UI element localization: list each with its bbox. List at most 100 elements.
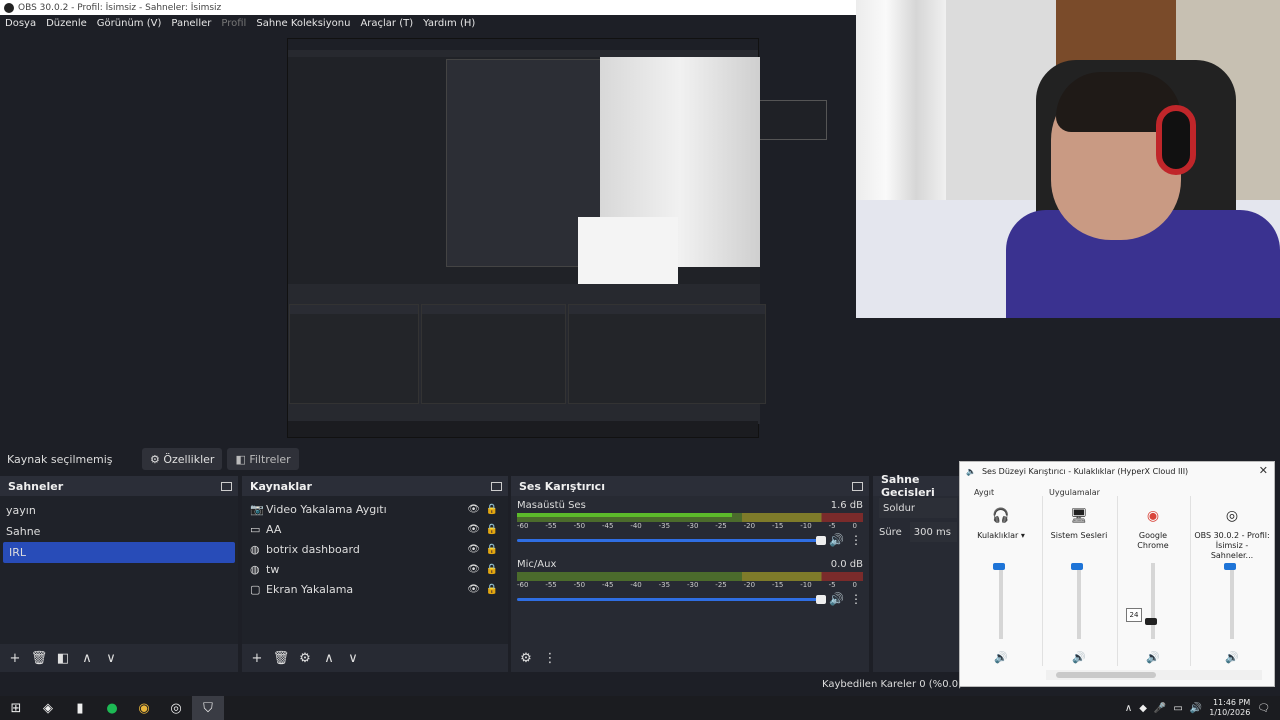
volume-slider[interactable] [1071, 563, 1084, 639]
undock-icon[interactable] [852, 481, 863, 491]
menu-bar: Dosya Düzenle Görünüm (V) Paneller Profi… [0, 15, 856, 32]
chrome-icon: ◉ [1146, 508, 1160, 524]
scene-item-selected[interactable]: IRL [3, 542, 235, 563]
network-icon[interactable]: ▭ [1173, 703, 1182, 714]
source-item[interactable]: ▭ AA 👁 🔒 [242, 519, 508, 539]
audio-mixer-title: Ses Karıştırıcı [519, 479, 605, 493]
undock-icon[interactable] [221, 481, 232, 491]
meter-ticks: -60 -55 -50 -45 -40 -35 -30 -25 -20 -15 -10 -5 0 [517, 581, 863, 590]
close-icon[interactable]: ✕ [1259, 464, 1268, 477]
sources-list: 📷 Video Yakalama Aygıtı 👁 🔒 ▭ AA 👁 🔒 ◍ botrix d… [242, 496, 508, 644]
eye-icon[interactable]: 👁 [467, 544, 480, 555]
source-properties-button[interactable]: ⚙ [295, 648, 315, 668]
lock-icon[interactable]: 🔒 [486, 524, 498, 535]
app-icon[interactable]: ▮ [64, 696, 96, 720]
eye-icon[interactable]: 👁 [467, 584, 480, 595]
mute-button[interactable]: 🔊 [994, 651, 1008, 664]
volume-slider[interactable] [1224, 563, 1237, 639]
scene-filters-button[interactable]: ◧ [53, 648, 73, 668]
menu-edit[interactable]: Düzenle [41, 18, 92, 29]
volume-slider[interactable] [1145, 563, 1158, 639]
app-icon[interactable]: ⛉ [192, 696, 224, 720]
eye-icon[interactable]: 👁 [467, 504, 480, 515]
move-up-button[interactable]: ∧ [319, 648, 339, 668]
move-down-button[interactable]: ∨ [101, 648, 121, 668]
meter-tick-label: -20 [743, 522, 756, 530]
menu-file[interactable]: Dosya [0, 18, 41, 29]
window-icon: ▭ [250, 522, 261, 536]
obs-icon[interactable]: ◎ [160, 696, 192, 720]
track-menu-icon[interactable]: ⋮ [849, 592, 863, 606]
app-icon[interactable]: ◈ [32, 696, 64, 720]
source-item[interactable]: ▢ Ekran Yakalama 👁 🔒 [242, 579, 508, 599]
tray-chevron-icon[interactable]: ∧ [1125, 703, 1132, 714]
menu-help[interactable]: Yardım (H) [418, 18, 480, 29]
mixer-menu-button[interactable]: ⋮ [540, 648, 560, 668]
volume-slider[interactable] [517, 535, 827, 545]
source-item[interactable]: 📷 Video Yakalama Aygıtı 👁 🔒 [242, 499, 508, 519]
chrome-icon[interactable]: ◉ [128, 696, 160, 720]
tray-app-icon[interactable]: ◆ [1139, 703, 1147, 714]
advanced-audio-button[interactable]: ⚙ [516, 648, 536, 668]
lock-icon[interactable]: 🔒 [486, 564, 498, 575]
speaker-icon[interactable]: 🔊 [829, 533, 844, 547]
notification-icon[interactable]: 🗨 [1257, 703, 1270, 714]
spotify-icon[interactable]: ● [96, 696, 128, 720]
properties-button[interactable]: ⚙ Özellikler [142, 448, 223, 470]
add-source-button[interactable]: + [247, 648, 267, 668]
mute-button[interactable]: 🔊 [1225, 651, 1239, 664]
duration-input[interactable]: 300 ms [909, 522, 957, 542]
window-title: OBS 30.0.2 - Profil: İsimsiz - Sahneler:… [18, 2, 222, 13]
move-up-button[interactable]: ∧ [77, 648, 97, 668]
clock[interactable]: 11:46 PM 1/10/2026 [1209, 698, 1250, 718]
track-name: Masaüstü Ses [517, 500, 586, 511]
meter-tick-label: -45 [601, 581, 614, 589]
meter-tick-label: -35 [658, 522, 671, 530]
speaker-icon[interactable]: 🔊 [829, 592, 844, 606]
nested-sources-panel [421, 304, 566, 404]
lock-icon[interactable]: 🔒 [486, 504, 498, 515]
volume-slider[interactable] [993, 563, 1006, 639]
move-down-button[interactable]: ∨ [343, 648, 363, 668]
lock-icon[interactable]: 🔒 [486, 544, 498, 555]
eye-icon[interactable]: 👁 [467, 524, 480, 535]
source-item[interactable]: ◍ tw 👁 🔒 [242, 559, 508, 579]
menu-profile[interactable]: Profil [216, 18, 251, 29]
windows-start-icon[interactable]: ⊞ [0, 696, 32, 720]
mixer-scrollbar[interactable] [1046, 670, 1262, 680]
remove-scene-button[interactable]: 🗑 [29, 648, 49, 668]
menu-tools[interactable]: Araçlar (T) [355, 18, 418, 29]
remove-source-button[interactable]: 🗑 [271, 648, 291, 668]
mute-button[interactable]: 🔊 [1072, 651, 1086, 664]
obs-icon: ◎ [1225, 508, 1239, 524]
transition-select[interactable]: Soldur [879, 498, 957, 518]
nested-capture-preview [287, 38, 827, 438]
meter-tick-label: 0 [852, 522, 857, 530]
add-scene-button[interactable]: + [5, 648, 25, 668]
volume-slider[interactable] [517, 594, 827, 604]
filters-button[interactable]: ◧ Filtreler [227, 448, 299, 470]
source-item[interactable]: ◍ botrix dashboard 👁 🔒 [242, 539, 508, 559]
scene-item[interactable]: yayın [0, 500, 238, 521]
microphone-icon[interactable]: 🎤 [1154, 703, 1166, 714]
undock-icon[interactable] [491, 481, 502, 491]
eye-icon[interactable]: 👁 [467, 564, 480, 575]
meter-tick-label: -40 [630, 522, 642, 530]
filter-icon: ◧ [235, 452, 250, 466]
obs-logo-icon [4, 2, 14, 13]
track-menu-icon[interactable]: ⋮ [849, 533, 863, 547]
device-select[interactable]: Kulaklıklar ▾ [977, 531, 1025, 555]
nested-scenes-panel [289, 304, 419, 404]
audio-track: Masaüstü Ses 1.6 dB -60 -55 -50 -45 -40 -35 -30… [511, 496, 869, 551]
scene-item[interactable]: Sahne [0, 521, 238, 542]
meter-tick-label: -30 [686, 522, 699, 530]
menu-view[interactable]: Görünüm (V) [92, 18, 167, 29]
mute-button[interactable]: 🔊 [1146, 651, 1160, 664]
meter-tick-label: -55 [545, 581, 557, 589]
menu-scene-collection[interactable]: Sahne Koleksiyonu [251, 18, 355, 29]
menu-docks[interactable]: Paneller [166, 18, 216, 29]
audio-track: Mic/Aux 0.0 dB -60 -55 -50 -45 -40 -35 -30 -25 -2… [511, 555, 869, 610]
speaker-icon[interactable]: 🔊 [1190, 703, 1202, 714]
lock-icon[interactable]: 🔒 [486, 584, 498, 595]
camera-icon: 📷 [250, 502, 264, 516]
